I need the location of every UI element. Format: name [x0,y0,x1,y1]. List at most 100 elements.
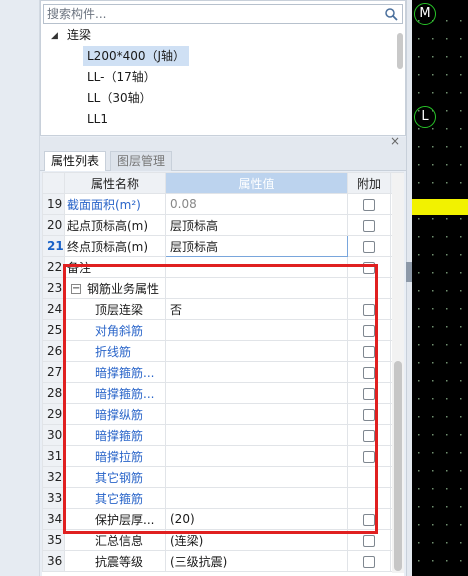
table-row[interactable]: 28 暗撑箍筋... [42,382,404,404]
table-row[interactable]: 32 其它钢筋 [42,466,404,488]
grid-dot [432,326,434,328]
attach-checkbox[interactable] [363,450,375,463]
tree-item-ll-17[interactable]: LL-（17轴） [83,67,160,87]
property-name: 保护层厚... [64,508,166,530]
search-icon[interactable] [384,7,398,21]
property-value[interactable] [165,361,348,383]
tree-item-ll-30[interactable]: LL（30轴） [83,88,156,108]
property-name: 起点顶标高(m) [64,214,166,236]
grid-dot [418,38,420,40]
property-value[interactable] [165,277,348,299]
grid-dot [460,92,462,94]
attach-cell [347,340,391,362]
property-name: 暗撑箍筋... [64,361,166,383]
table-row[interactable]: 36 抗震等级 (三级抗震) [42,550,404,572]
grid-dot [446,56,448,58]
search-input[interactable] [44,5,374,23]
axis-marker-m[interactable]: M [414,3,436,25]
table-row[interactable]: 31 暗撑拉筋 [42,445,404,467]
property-value[interactable]: 否 [165,298,348,320]
table-row[interactable]: 19 截面面积(m²) 0.08 [42,193,404,215]
selected-beam-highlight[interactable] [412,199,468,215]
header-attach[interactable]: 附加 [347,172,391,194]
tree-item-l200[interactable]: L200*400（J轴） [83,46,190,66]
attach-checkbox[interactable] [363,534,375,547]
property-value[interactable] [165,424,348,446]
grid-dot [446,290,448,292]
grid-vertical-scrollbar[interactable] [392,173,404,573]
group-collapse-icon[interactable]: − [71,284,81,294]
grid-dot [446,560,448,562]
property-value[interactable]: (三级抗震) [165,550,348,572]
attach-checkbox[interactable] [363,366,375,379]
header-property-name[interactable]: 属性名称 [64,172,166,194]
attach-cell [347,508,391,530]
grid-dot [418,398,420,400]
grid-dot [446,272,448,274]
tree-collapse-icon[interactable]: ◢ [51,26,63,46]
tree-scrollbar[interactable] [397,33,403,69]
property-value[interactable]: (20) [165,508,348,530]
table-row[interactable]: 20 起点顶标高(m) 层顶标高 [42,214,404,236]
grid-dot [460,542,462,544]
property-value[interactable] [165,403,348,425]
row-number: 33 [42,487,65,509]
attach-checkbox[interactable] [363,408,375,421]
table-row[interactable]: 34 保护层厚... (20) [42,508,404,530]
attach-checkbox[interactable] [363,324,375,337]
attach-checkbox[interactable] [363,345,375,358]
table-row[interactable]: 23− 钢筋业务属性 [42,277,404,299]
property-value[interactable]: 0.08 [165,193,348,215]
grid-dot [446,164,448,166]
attach-checkbox[interactable] [363,429,375,442]
attach-checkbox[interactable] [363,513,375,526]
property-value[interactable] [165,256,348,278]
attach-checkbox[interactable] [363,261,375,274]
attach-checkbox[interactable] [363,555,375,568]
table-row[interactable]: 33 其它箍筋 [42,487,404,509]
table-row[interactable]: 25 对角斜筋 [42,319,404,341]
property-value[interactable] [165,319,348,341]
table-row[interactable]: 35 汇总信息 (连梁) [42,529,404,551]
table-row[interactable]: 29 暗撑纵筋 [42,403,404,425]
component-tree-panel: ◢ 连梁 L200*400（J轴） LL-（17轴） LL（30轴） LL1 [40,0,406,136]
attach-checkbox[interactable] [363,303,375,316]
grid-dot [432,56,434,58]
grid-dot [460,56,462,58]
attach-checkbox[interactable] [363,387,375,400]
tab-layer-management[interactable]: 图层管理 [110,151,173,171]
table-row[interactable]: 24 顶层连梁否 [42,298,404,320]
grid-dot [446,254,448,256]
property-value[interactable] [165,466,348,488]
property-value[interactable]: (连梁) [165,529,348,551]
property-value[interactable] [165,340,348,362]
property-value[interactable]: 层顶标高 [165,235,348,257]
grid-dot [446,488,448,490]
tree-root-label[interactable]: 连梁 [67,25,91,45]
property-value[interactable] [165,445,348,467]
grid-dot [460,182,462,184]
attach-checkbox[interactable] [363,198,375,211]
property-value[interactable]: 层顶标高 [165,214,348,236]
grid-dot [446,380,448,382]
property-name: 其它钢筋 [64,466,166,488]
property-value[interactable] [165,487,348,509]
tree-item-ll1[interactable]: LL1 [83,109,112,129]
grid-scrollbar-thumb[interactable] [394,361,402,571]
table-row[interactable]: 21 终点顶标高(m) 层顶标高 [42,235,404,257]
attach-checkbox[interactable] [363,240,375,253]
table-row[interactable]: 27 暗撑箍筋... [42,361,404,383]
table-row[interactable]: 22 备注 [42,256,404,278]
axis-marker-l[interactable]: L [414,106,436,128]
close-icon[interactable]: × [390,134,400,148]
tab-property-list[interactable]: 属性列表 [44,151,107,171]
grid-dot [418,74,420,76]
table-row[interactable]: 30 暗撑箍筋 [42,424,404,446]
property-name: 备注 [64,256,166,278]
header-property-value[interactable]: 属性值 [165,172,348,194]
attach-checkbox[interactable] [363,219,375,232]
property-value[interactable] [165,382,348,404]
grid-dot [432,308,434,310]
table-row[interactable]: 26 折线筋 [42,340,404,362]
drawing-canvas[interactable]: M L [412,0,468,576]
